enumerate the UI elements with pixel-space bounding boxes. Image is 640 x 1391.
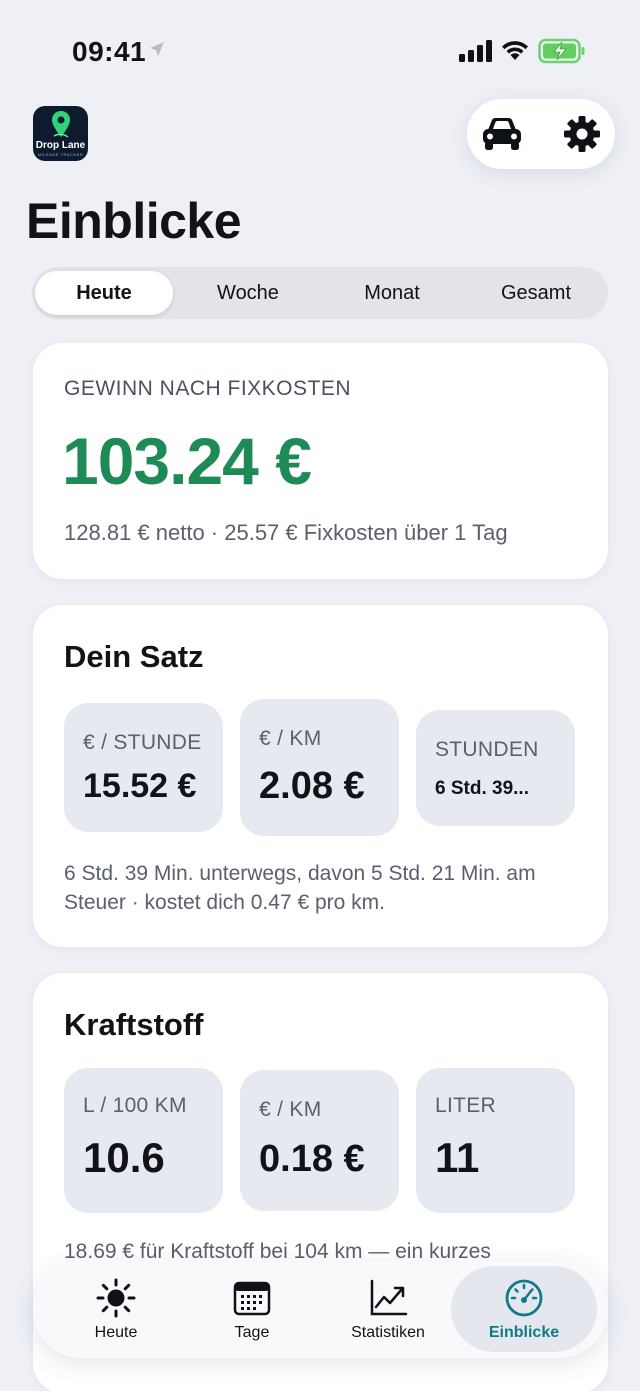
- rate-per-hour-tile[interactable]: € / STUNDE 15.52 €: [64, 703, 223, 832]
- fuel-card-title: Kraftstoff: [64, 1007, 204, 1042]
- rate-per-km-tile[interactable]: € / KM 2.08 €: [240, 699, 399, 836]
- tile-label: € / STUNDE: [83, 731, 202, 754]
- app-logo: Drop Lane MILEAGE TRACKER: [33, 106, 88, 161]
- tab-heute[interactable]: Heute: [35, 271, 173, 315]
- vehicle-button[interactable]: [479, 111, 525, 157]
- profit-card: GEWINN NACH FIXKOSTEN 103.24 € 128.81 € …: [33, 343, 608, 579]
- tile-value: 2.08 €: [259, 765, 365, 807]
- tile-value: 10.6: [83, 1134, 165, 1181]
- tab-bar-label: Einblicke: [488, 1324, 560, 1341]
- gear-icon: [564, 116, 600, 152]
- fuel-liters-tile[interactable]: LITER 11: [416, 1068, 575, 1213]
- bottom-tab-bar: Heute Tage Statistiken Einblicke: [33, 1260, 608, 1358]
- rate-note: 6 Std. 39 Min. unterwegs, davon 5 Std. 2…: [64, 862, 536, 914]
- tab-bar-label: Statistiken: [351, 1324, 425, 1341]
- tab-woche[interactable]: Woche: [180, 271, 316, 315]
- tab-bar-label: Heute: [94, 1324, 138, 1341]
- logo-text: Drop Lane: [35, 140, 86, 151]
- rate-card-title: Dein Satz: [64, 639, 204, 674]
- tab-bar-label: Tage: [234, 1324, 270, 1341]
- status-bar: 09:41: [0, 0, 640, 100]
- tile-label: € / KM: [259, 1098, 322, 1121]
- tab-bar-item-tage[interactable]: Tage: [179, 1266, 325, 1352]
- header-actions: [467, 99, 615, 169]
- profit-value: 103.24 €: [62, 424, 312, 498]
- tile-label: LITER: [435, 1094, 497, 1117]
- tile-label: STUNDEN: [435, 738, 539, 761]
- status-time: 09:41: [72, 36, 147, 67]
- hours-tile[interactable]: STUNDEN 6 Std. 39...: [416, 710, 575, 826]
- cellular-signal-icon: [459, 40, 492, 62]
- tab-gesamt[interactable]: Gesamt: [468, 271, 604, 315]
- car-icon: [483, 118, 521, 150]
- tab-bar-item-statistiken[interactable]: Statistiken: [315, 1266, 461, 1352]
- tab-monat[interactable]: Monat: [324, 271, 460, 315]
- period-segmented-control: Heute Woche Monat Gesamt: [32, 267, 608, 319]
- wifi-icon: [502, 41, 528, 60]
- tab-bar-item-heute[interactable]: Heute: [43, 1266, 189, 1352]
- profit-subtitle: 128.81 € netto · 25.57 € Fixkosten über …: [64, 520, 508, 545]
- rate-card: Dein Satz € / STUNDE 15.52 € € / KM 2.08…: [33, 605, 608, 947]
- tile-label: € / KM: [259, 727, 322, 750]
- page-title: Einblicke: [26, 193, 242, 249]
- sun-icon: [96, 1278, 136, 1318]
- fuel-consumption-tile[interactable]: L / 100 KM 10.6: [64, 1068, 223, 1213]
- logo-subtext: MILEAGE TRACKER: [37, 152, 84, 157]
- map-pin-icon: [52, 111, 70, 138]
- tile-value: 15.52 €: [83, 767, 197, 805]
- profit-label: GEWINN NACH FIXKOSTEN: [64, 377, 352, 400]
- location-arrow-icon: [150, 42, 164, 56]
- speedometer-icon: [505, 1279, 543, 1317]
- chart-icon: [370, 1279, 408, 1316]
- fuel-cost-per-km-tile[interactable]: € / KM 0.18 €: [240, 1070, 399, 1211]
- calendar-icon: [233, 1281, 271, 1316]
- tile-label: L / 100 KM: [83, 1094, 187, 1117]
- tile-value: 11: [435, 1134, 480, 1181]
- tile-value: 6 Std. 39...: [435, 778, 529, 799]
- tab-bar-item-einblicke[interactable]: Einblicke: [451, 1266, 597, 1352]
- settings-button[interactable]: [559, 111, 605, 157]
- tile-value: 0.18 €: [259, 1138, 365, 1180]
- battery-charging-icon: [538, 38, 585, 64]
